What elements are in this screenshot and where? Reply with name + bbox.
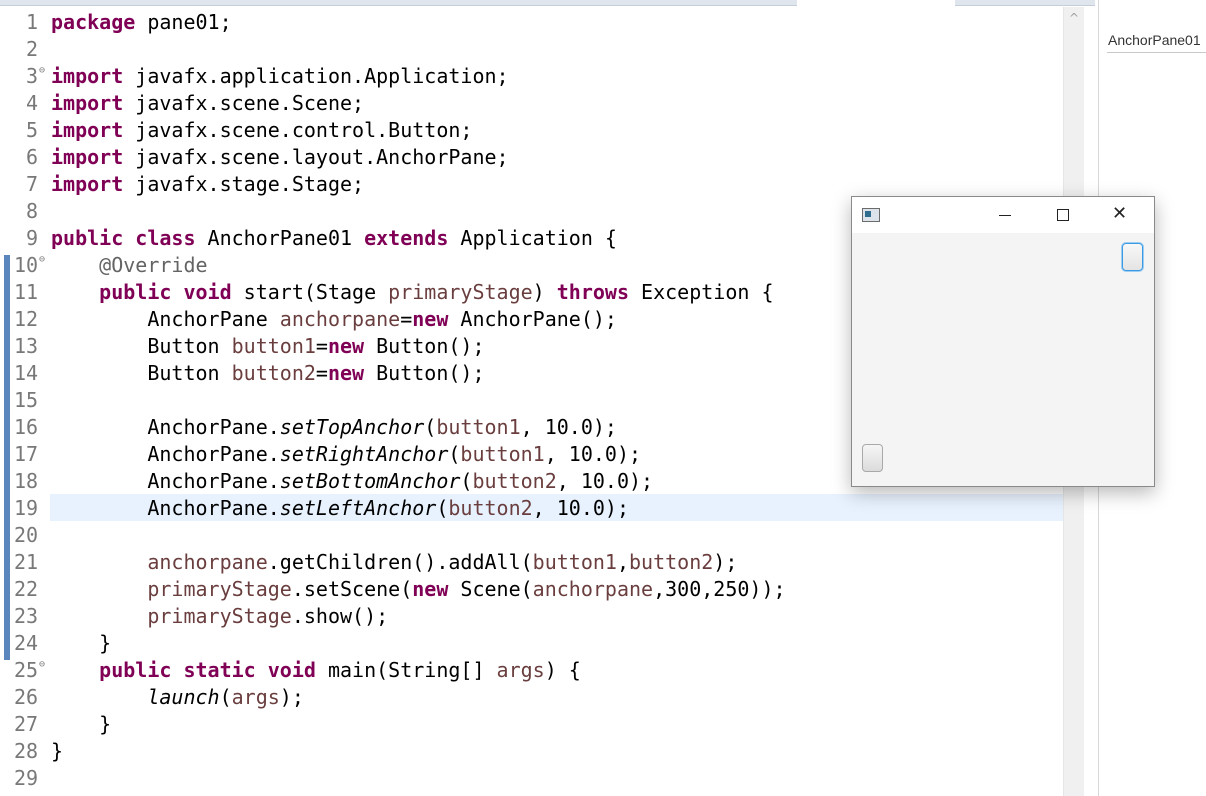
code-text: import javafx.scene.control.Button; bbox=[51, 118, 473, 142]
fold-toggle-icon[interactable]: ⊖ bbox=[39, 254, 45, 265]
window-titlebar[interactable]: ✕ bbox=[852, 197, 1154, 233]
outline-divider bbox=[1107, 52, 1206, 53]
code-line[interactable]: 26 launch(args); bbox=[0, 683, 1063, 710]
code-text: AnchorPane anchorpane=new AnchorPane(); bbox=[51, 307, 617, 331]
code-line[interactable]: 1 package pane01; bbox=[0, 8, 1063, 35]
editor-tab-strip bbox=[0, 0, 1206, 7]
line-number: 13 bbox=[14, 334, 39, 358]
javafx-app-icon bbox=[862, 208, 880, 222]
line-number: 8 bbox=[25, 199, 38, 223]
code-text: import javafx.application.Application; bbox=[51, 64, 509, 88]
line-number: 12 bbox=[14, 307, 39, 331]
code-text: } bbox=[51, 739, 64, 763]
code-line[interactable]: 6 import javafx.scene.layout.AnchorPane; bbox=[0, 143, 1063, 170]
line-number: 29 bbox=[14, 766, 39, 790]
line-number: 11 bbox=[14, 280, 39, 304]
code-text: Button button1=new Button(); bbox=[51, 334, 485, 358]
line-number: 24 bbox=[14, 631, 39, 655]
close-icon: ✕ bbox=[1112, 203, 1128, 224]
code-text: @Override bbox=[99, 253, 208, 277]
line-number: 3 bbox=[25, 64, 38, 88]
line-number: 10 bbox=[14, 253, 39, 277]
code-text: Button button2=new Button(); bbox=[51, 361, 485, 385]
line-number: 26 bbox=[14, 685, 39, 709]
fold-toggle-icon[interactable]: ⊖ bbox=[39, 659, 45, 670]
code-text: AnchorPane.setLeftAnchor(button2, 10.0); bbox=[51, 496, 629, 520]
code-text: AnchorPane.setTopAnchor(button1, 10.0); bbox=[51, 415, 617, 439]
code-text: import javafx.scene.layout.AnchorPane; bbox=[51, 145, 509, 169]
code-text: AnchorPane.setRightAnchor(button1, 10.0)… bbox=[51, 442, 642, 466]
code-text: anchorpane.getChildren().addAll(button1,… bbox=[147, 550, 738, 574]
code-line[interactable]: 2 bbox=[0, 35, 1063, 62]
line-number: 2 bbox=[25, 37, 38, 61]
fold-toggle-icon[interactable]: ⊖ bbox=[39, 65, 45, 76]
line-number: 17 bbox=[14, 442, 39, 466]
editor-tab-secondary[interactable] bbox=[955, 0, 1095, 6]
code-text: launch(args); bbox=[147, 685, 304, 709]
line-number: 23 bbox=[14, 604, 39, 628]
scroll-up-icon[interactable]: ^ bbox=[1069, 11, 1079, 25]
minimize-button[interactable] bbox=[982, 197, 1028, 233]
line-number: 14 bbox=[14, 361, 39, 385]
code-text: } bbox=[51, 631, 112, 655]
editor-tab[interactable] bbox=[0, 0, 797, 6]
code-text: primaryStage.setScene(new Scene(anchorpa… bbox=[147, 577, 786, 601]
code-line[interactable]: 24 } bbox=[0, 629, 1063, 656]
line-number: 4 bbox=[25, 91, 38, 115]
line-number: 20 bbox=[14, 523, 39, 547]
code-text: package pane01; bbox=[51, 10, 232, 34]
code-line[interactable]: 20 bbox=[0, 521, 1063, 548]
code-line[interactable]: 4 import javafx.scene.Scene; bbox=[0, 89, 1063, 116]
code-text: public class AnchorPane01 extends Applic… bbox=[51, 226, 617, 250]
close-button[interactable]: ✕ bbox=[1098, 197, 1144, 233]
code-line[interactable]: 7 import javafx.stage.Stage; bbox=[0, 170, 1063, 197]
code-text: AnchorPane.setBottomAnchor(button2, 10.0… bbox=[51, 469, 654, 493]
code-line[interactable]: 3 ⊖ import javafx.application.Application; bbox=[0, 62, 1063, 89]
code-line[interactable]: 21 anchorpane.getChildren().addAll(butto… bbox=[0, 548, 1063, 575]
code-text: primaryStage.show(); bbox=[147, 604, 389, 628]
code-line[interactable]: 29 bbox=[0, 764, 1063, 791]
minimize-icon bbox=[999, 215, 1011, 216]
maximize-icon bbox=[1057, 209, 1069, 221]
line-number: 6 bbox=[25, 145, 38, 169]
line-number: 19 bbox=[14, 496, 39, 520]
code-line[interactable]: 23 primaryStage.show(); bbox=[0, 602, 1063, 629]
code-line[interactable]: 5 import javafx.scene.control.Button; bbox=[0, 116, 1063, 143]
code-line[interactable]: 22 primaryStage.setScene(new Scene(ancho… bbox=[0, 575, 1063, 602]
line-number: 15 bbox=[14, 388, 39, 412]
code-line[interactable]: 28} bbox=[0, 737, 1063, 764]
code-text: import javafx.stage.Stage; bbox=[51, 172, 365, 196]
code-line[interactable]: 19 AnchorPane.setLeftAnchor(button2, 10.… bbox=[0, 494, 1063, 521]
line-number: 9 bbox=[25, 226, 38, 250]
line-number: 18 bbox=[14, 469, 39, 493]
line-number: 27 bbox=[14, 712, 39, 736]
anchor-pane bbox=[852, 233, 1154, 486]
line-number: 28 bbox=[14, 739, 39, 763]
line-number: 21 bbox=[14, 550, 39, 574]
button2[interactable] bbox=[862, 444, 883, 472]
line-number: 1 bbox=[25, 10, 38, 34]
code-text: } bbox=[51, 712, 112, 736]
line-number: 5 bbox=[25, 118, 38, 142]
line-number: 25 bbox=[14, 658, 39, 682]
code-line[interactable]: 27 } bbox=[0, 710, 1063, 737]
button1[interactable] bbox=[1122, 243, 1143, 271]
line-number: 22 bbox=[14, 577, 39, 601]
code-text: public void start(Stage primaryStage) th… bbox=[99, 280, 774, 304]
code-line[interactable]: 25 ⊖ public static void main(String[] arg… bbox=[0, 656, 1063, 683]
javafx-app-window: ✕ bbox=[851, 196, 1155, 487]
outline-item-anchorpane01[interactable]: AnchorPane01 bbox=[1108, 32, 1201, 48]
line-number: 7 bbox=[25, 172, 38, 196]
maximize-button[interactable] bbox=[1040, 197, 1086, 233]
code-text: public static void main(String[] args) { bbox=[99, 658, 581, 682]
line-number: 16 bbox=[14, 415, 39, 439]
code-text: import javafx.scene.Scene; bbox=[51, 91, 365, 115]
